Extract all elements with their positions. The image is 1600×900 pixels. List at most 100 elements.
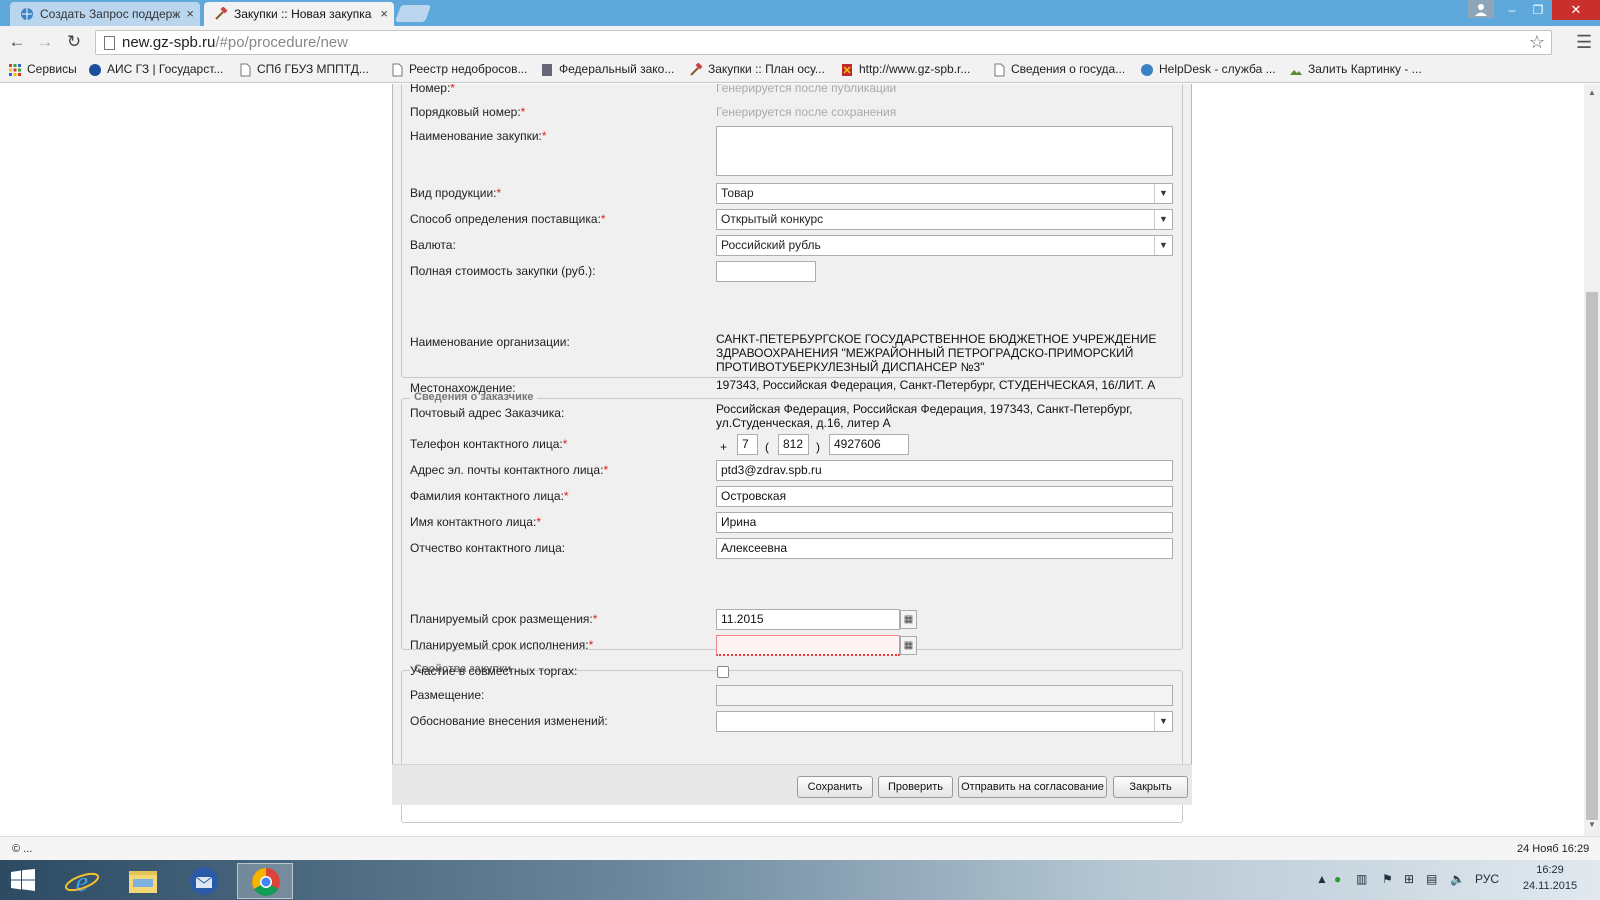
page-content: Сведения о заказчике Свойства закупки Но… xyxy=(0,84,1584,836)
close-form-button[interactable]: Закрыть xyxy=(1113,776,1188,798)
keyboard-icon[interactable]: ▥ xyxy=(1356,872,1367,886)
apps-grid-icon xyxy=(9,64,21,76)
phone-number-input[interactable]: 4927606 xyxy=(829,434,909,455)
phone-close-paren: ) xyxy=(816,440,820,454)
network-icon[interactable]: ▤ xyxy=(1426,872,1437,886)
image-upload-icon xyxy=(1290,70,1302,75)
currency-select[interactable]: Российский рубль ▼ xyxy=(716,235,1173,256)
tab-close-icon[interactable]: × xyxy=(380,2,388,26)
method-label: Способ определения поставщика:* xyxy=(410,212,606,226)
save-button[interactable]: Сохранить xyxy=(797,776,873,798)
url-text: new.gz-spb.ru/#po/procedure/new xyxy=(122,34,348,51)
currency-label: Валюта: xyxy=(410,238,456,252)
internet-explorer-icon[interactable]: e xyxy=(54,863,110,899)
joint-tender-label: Участие в совместных торгах: xyxy=(410,664,578,678)
scroll-down-arrow-icon[interactable]: ▼ xyxy=(1584,820,1600,829)
chevron-down-icon[interactable]: ▼ xyxy=(1154,236,1172,255)
bookmark-item[interactable]: Закупки :: План осу... xyxy=(689,62,825,76)
supplier-method-select[interactable]: Открытый конкурс ▼ xyxy=(716,209,1173,230)
number-hint: Генерируется после публикации xyxy=(716,84,897,95)
new-tab-button[interactable] xyxy=(394,5,432,22)
chevron-down-icon[interactable]: ▼ xyxy=(1154,712,1172,731)
bookmark-item[interactable]: АИС ГЗ | Государст... xyxy=(88,62,223,76)
bookmark-item[interactable]: http://www.gz-spb.r... xyxy=(840,62,970,76)
chevron-down-icon[interactable]: ▼ xyxy=(1154,184,1172,203)
phone-open-paren: ( xyxy=(765,440,769,454)
phone-plus: + xyxy=(720,440,728,454)
action-center-flag-icon[interactable]: ⚑ xyxy=(1382,872,1393,886)
bookmark-item[interactable]: Федеральный зако... xyxy=(540,62,674,76)
email-input[interactable]: ptd3@zdrav.spb.ru xyxy=(716,460,1173,481)
chrome-menu-icon[interactable]: ☰ xyxy=(1576,32,1592,53)
coat-of-arms-icon xyxy=(842,64,852,76)
send-for-approval-button[interactable]: Отправить на согласование xyxy=(958,776,1107,798)
file-explorer-icon[interactable] xyxy=(115,863,171,899)
bookmark-item[interactable]: Сервисы xyxy=(8,62,77,76)
tab-title: Закупки :: Новая закупка xyxy=(234,7,372,21)
number-label: Номер:* xyxy=(410,84,455,95)
chrome-icon[interactable] xyxy=(237,863,293,899)
system-clock[interactable]: 16:29 24.11.2015 xyxy=(1502,862,1598,894)
cost-label: Полная стоимость закупки (руб.): xyxy=(410,264,596,278)
input-language[interactable]: РУС xyxy=(1475,872,1499,886)
tab-title: Создать Запрос поддерж xyxy=(40,7,181,21)
browser-titlebar: Создать Запрос поддерж × Закупки :: Нова… xyxy=(0,0,1600,26)
calendar-icon[interactable]: ▦ xyxy=(900,636,917,655)
product-label: Вид продукции:* xyxy=(410,186,502,200)
procurement-name-textarea[interactable] xyxy=(716,126,1173,176)
bookmark-item[interactable]: Залить Картинку - ... xyxy=(1289,62,1422,76)
lastname-label: Фамилия контактного лица:* xyxy=(410,489,569,503)
tray-expand-arrow-icon[interactable]: ▲ xyxy=(1316,872,1328,886)
windows-update-icon[interactable]: ⊞ xyxy=(1404,872,1414,886)
bookmark-item[interactable]: Реестр недобросов... xyxy=(390,62,527,77)
bookmark-item[interactable]: СПб ГБУЗ МППТД... xyxy=(238,62,369,77)
forward-arrow-icon[interactable]: → xyxy=(34,31,56,53)
phone-code-input[interactable]: 812 xyxy=(778,434,809,455)
address-bar[interactable]: new.gz-spb.ru/#po/procedure/new ☆ xyxy=(95,30,1552,55)
page-icon xyxy=(240,63,251,77)
chevron-down-icon[interactable]: ▼ xyxy=(1154,210,1172,229)
middlename-input[interactable]: Алексеевна xyxy=(716,538,1173,559)
bookmark-item[interactable]: Сведения о госуда... xyxy=(992,62,1125,77)
firstname-label: Имя контактного лица:* xyxy=(410,515,541,529)
volume-icon[interactable]: 🔈 xyxy=(1450,872,1465,886)
change-reason-select[interactable]: ▼ xyxy=(716,711,1173,732)
page-icon xyxy=(994,63,1005,77)
email-label: Адрес эл. почты контактного лица:* xyxy=(410,463,609,477)
windows-taskbar: e ▲ ● ▥ ⚑ ⊞ ▤ 🔈 РУС 16:29 24.11.2015 xyxy=(0,860,1600,900)
exec-date-input[interactable] xyxy=(716,635,900,656)
lastname-input[interactable]: Островская xyxy=(716,486,1173,507)
windows-start-icon[interactable] xyxy=(10,869,36,891)
minimize-button[interactable]: – xyxy=(1498,0,1526,20)
calendar-icon[interactable]: ▦ xyxy=(900,610,917,629)
user-status-icon[interactable]: ● xyxy=(1334,872,1341,886)
cost-input[interactable] xyxy=(716,261,816,282)
firstname-input[interactable]: Ирина xyxy=(716,512,1173,533)
joint-tender-checkbox[interactable] xyxy=(717,666,729,678)
ie-globe-icon xyxy=(21,8,33,20)
placement-input[interactable] xyxy=(716,685,1173,706)
back-arrow-icon[interactable]: ← xyxy=(6,31,28,53)
tab-support-request[interactable]: Создать Запрос поддерж × xyxy=(10,2,200,26)
bookmarks-bar: Сервисы АИС ГЗ | Государст... СПб ГБУЗ М… xyxy=(0,58,1600,83)
product-type-select[interactable]: Товар ▼ xyxy=(716,183,1173,204)
postal-label: Почтовый адрес Заказчика: xyxy=(410,406,565,420)
bookmark-star-icon[interactable]: ☆ xyxy=(1529,32,1545,53)
scroll-up-arrow-icon[interactable]: ▲ xyxy=(1584,88,1600,97)
copyright-text: © ... xyxy=(12,843,33,855)
page-scrollbar[interactable]: ▲ ▼ xyxy=(1584,84,1600,836)
page-icon xyxy=(392,63,403,77)
thunderbird-icon[interactable] xyxy=(176,863,232,899)
window-close-button[interactable]: ✕ xyxy=(1552,0,1600,20)
scroll-thumb[interactable] xyxy=(1586,292,1598,820)
tab-new-procurement[interactable]: Закупки :: Новая закупка × xyxy=(204,2,394,26)
restore-button[interactable]: ❐ xyxy=(1524,0,1552,20)
reload-icon[interactable]: ↻ xyxy=(63,31,85,53)
phone-country-input[interactable]: 7 xyxy=(737,434,758,455)
check-button[interactable]: Проверить xyxy=(878,776,953,798)
bookmark-item[interactable]: HelpDesk - служба ... xyxy=(1140,62,1276,76)
placement-date-input[interactable]: 11.2015 xyxy=(716,609,900,630)
org-name-text: САНКТ-ПЕТЕРБУРГСКОЕ ГОСУДАРСТВЕННОЕ БЮДЖ… xyxy=(716,332,1157,374)
tab-close-icon[interactable]: × xyxy=(186,2,194,26)
profile-icon[interactable] xyxy=(1468,0,1494,18)
